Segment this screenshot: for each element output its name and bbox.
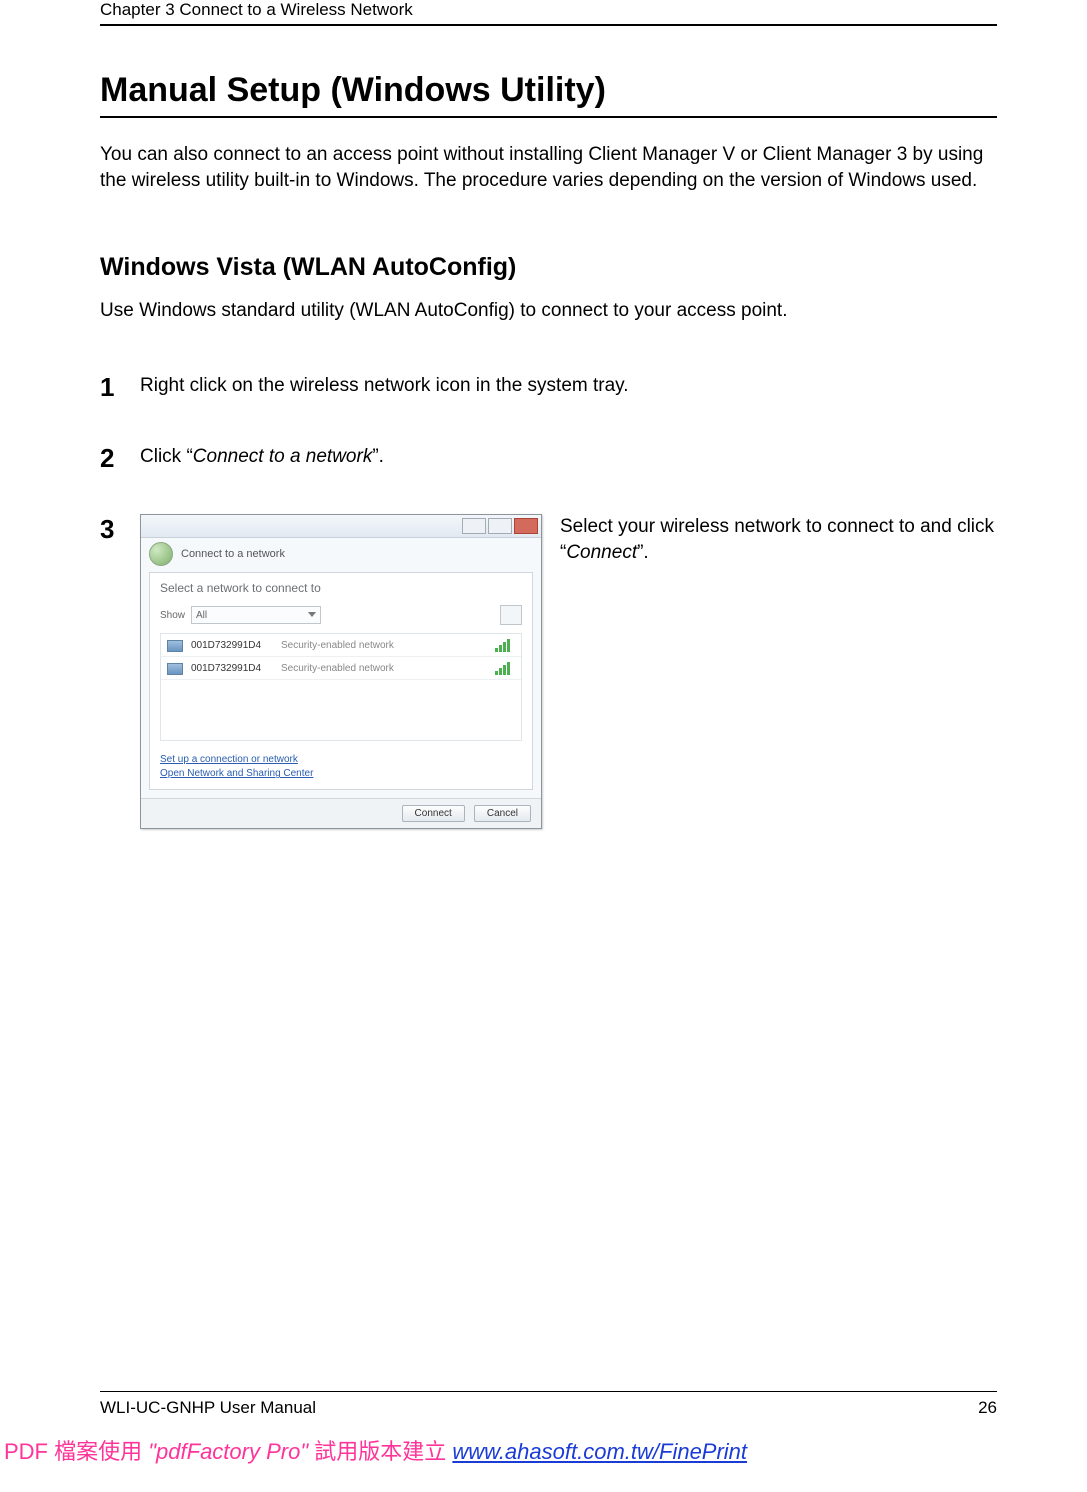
- show-select[interactable]: All: [191, 606, 321, 624]
- dialog-header: Connect to a network: [141, 538, 541, 572]
- step3-text: Select your wireless network to connect …: [560, 514, 997, 565]
- dialog-title: Connect to a network: [181, 548, 285, 560]
- footer-page-number: 26: [978, 1398, 997, 1418]
- watermark-link[interactable]: www.ahasoft.com.tw/FinePrint: [452, 1439, 747, 1464]
- show-label: Show: [160, 610, 185, 621]
- dialog-footer: Connect Cancel: [141, 798, 541, 828]
- maximize-icon[interactable]: [488, 518, 512, 534]
- step-2: 2 Click “Connect to a network”.: [100, 443, 997, 474]
- pdf-watermark: PDF 檔案使用 "pdfFactory Pro" 試用版本建立 www.aha…: [0, 1430, 1087, 1474]
- watermark-text2: 試用版本建立: [308, 1439, 452, 1464]
- network-security: Security-enabled network: [281, 663, 495, 674]
- list-item[interactable]: 001D732991D4 Security-enabled network: [161, 634, 521, 657]
- step2-italic: Connect to a network: [193, 446, 373, 467]
- dialog-titlebar: [141, 515, 541, 538]
- step-number: 1: [100, 372, 140, 403]
- subsection-title: Windows Vista (WLAN AutoConfig): [100, 253, 997, 282]
- page-footer: WLI-UC-GNHP User Manual 26: [100, 1391, 997, 1418]
- intro-paragraph: You can also connect to an access point …: [100, 142, 997, 193]
- quote-close: ”.: [372, 446, 384, 467]
- step3-prefix: Select your wireless network to connect …: [560, 516, 994, 537]
- network-orb-icon: [149, 542, 173, 566]
- network-security: Security-enabled network: [281, 640, 495, 651]
- step-number: 3: [100, 514, 140, 545]
- dialog-body: Select a network to connect to Show All …: [149, 572, 533, 790]
- signal-icon: [495, 661, 515, 675]
- show-row: Show All: [160, 605, 522, 625]
- network-icon: [167, 661, 183, 675]
- open-network-center-link[interactable]: Open Network and Sharing Center: [160, 767, 522, 781]
- minimize-icon[interactable]: [462, 518, 486, 534]
- section-title: Manual Setup (Windows Utility): [100, 71, 997, 118]
- dialog-links: Set up a connection or network Open Netw…: [160, 753, 522, 781]
- step-text: Click “Connect to a network”.: [140, 443, 997, 468]
- setup-connection-link[interactable]: Set up a connection or network: [160, 753, 522, 767]
- step-3: 3 Connect to a network Select a network …: [100, 514, 997, 829]
- network-icon: [167, 638, 183, 652]
- step-1: 1 Right click on the wireless network ic…: [100, 372, 997, 403]
- network-name: 001D732991D4: [191, 663, 281, 674]
- step-text: Right click on the wireless network icon…: [140, 372, 997, 397]
- chapter-header: Chapter 3 Connect to a Wireless Network: [100, 0, 997, 26]
- network-name: 001D732991D4: [191, 640, 281, 651]
- vista-dialog: Connect to a network Select a network to…: [140, 514, 542, 829]
- list-item[interactable]: 001D732991D4 Security-enabled network: [161, 657, 521, 680]
- connect-button[interactable]: Connect: [402, 805, 465, 822]
- step2-prefix: Click: [140, 446, 186, 467]
- cancel-button[interactable]: Cancel: [474, 805, 531, 822]
- step3-italic: Connect: [566, 542, 637, 563]
- close-icon[interactable]: [514, 518, 538, 534]
- refresh-icon[interactable]: [500, 605, 522, 625]
- quote-close: ”.: [637, 542, 649, 563]
- signal-icon: [495, 638, 515, 652]
- show-value: All: [196, 610, 207, 621]
- subsection-intro: Use Windows standard utility (WLAN AutoC…: [100, 300, 997, 322]
- dialog-subtitle: Select a network to connect to: [160, 581, 522, 595]
- footer-manual-name: WLI-UC-GNHP User Manual: [100, 1398, 316, 1418]
- network-list: 001D732991D4 Security-enabled network 00…: [160, 633, 522, 741]
- watermark-product: "pdfFactory Pro": [148, 1439, 308, 1464]
- step-number: 2: [100, 443, 140, 474]
- watermark-text1: PDF 檔案使用: [4, 1439, 148, 1464]
